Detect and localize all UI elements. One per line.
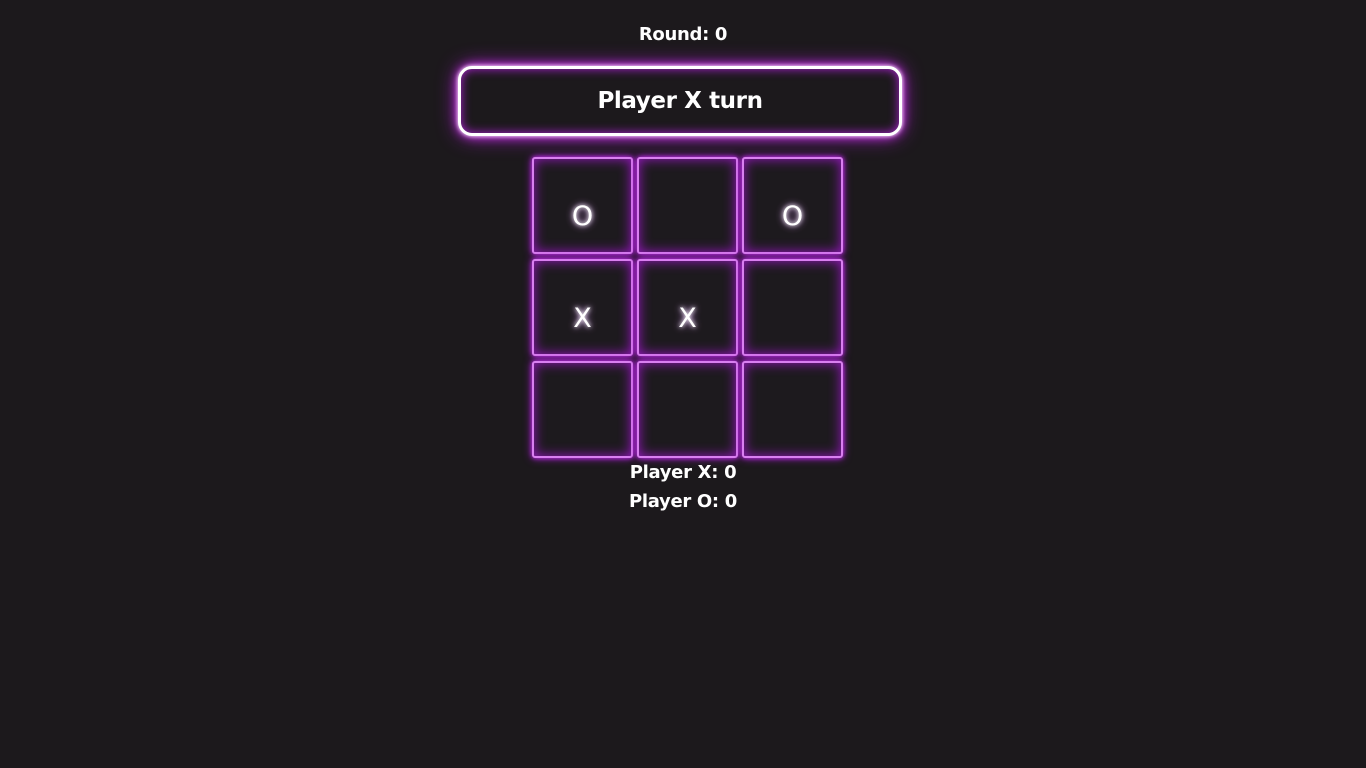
turn-indicator: Player X turn (458, 66, 902, 136)
board-cell-5[interactable]: X (637, 259, 738, 356)
cell-mark: X (573, 303, 592, 334)
board-cell-2[interactable] (637, 157, 738, 254)
cell-mark: O (571, 201, 594, 232)
player-x-score: Player X: 0 (629, 462, 737, 483)
board-cell-3[interactable]: O (742, 157, 843, 254)
round-counter: Round: 0 (638, 24, 728, 45)
tic-tac-toe-app: Round: 0 Player X turn O O X X Player X:… (0, 0, 1366, 768)
board-cell-9[interactable] (742, 361, 843, 458)
board-cell-6[interactable] (742, 259, 843, 356)
board-cell-8[interactable] (637, 361, 738, 458)
board-cell-7[interactable] (532, 361, 633, 458)
cell-mark: O (781, 201, 804, 232)
game-board: O O X X (532, 157, 844, 458)
turn-text: Player X turn (597, 88, 763, 114)
board-cell-4[interactable]: X (532, 259, 633, 356)
board-cell-1[interactable]: O (532, 157, 633, 254)
player-o-score: Player O: 0 (628, 491, 738, 512)
cell-mark: X (678, 303, 697, 334)
